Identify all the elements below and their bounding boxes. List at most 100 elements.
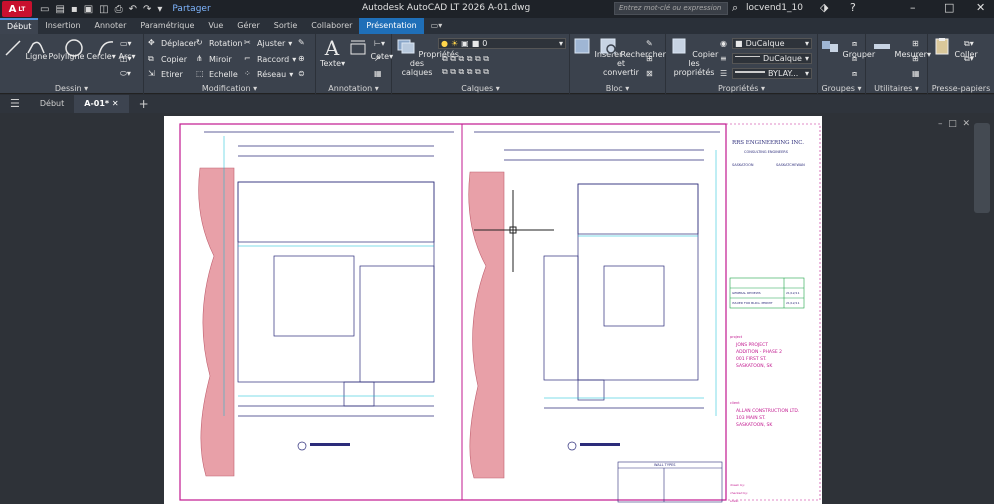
save-as-icon[interactable]: ▣: [84, 4, 93, 15]
tab-debut-file[interactable]: Début: [30, 95, 74, 113]
array-button[interactable]: ⁘ Réseau ▾: [244, 69, 293, 79]
offset-icon[interactable]: ⊜: [298, 69, 305, 78]
panel-label-calques[interactable]: Calques ▾: [392, 84, 569, 93]
tab-insertion[interactable]: Insertion: [38, 18, 87, 34]
new-file-icon[interactable]: ▭: [40, 4, 49, 15]
explode-icon[interactable]: ⊕: [298, 54, 305, 63]
layer-tools-row-2[interactable]: ⧉ ⧉ ⧉ ⧉ ⧉ ⧉: [442, 67, 489, 77]
paste-button[interactable]: Coller: [932, 36, 978, 59]
menu-icon[interactable]: ☰: [0, 95, 30, 113]
tab-parametrique[interactable]: Paramétrique: [133, 18, 201, 34]
panel-label-modification[interactable]: Modification ▾: [144, 84, 315, 93]
copy-button[interactable]: ⧉ Copier: [148, 54, 187, 64]
stretch-button[interactable]: ⇲ Etirer: [148, 69, 183, 79]
new-tab-icon[interactable]: +: [129, 95, 159, 113]
tab-debut[interactable]: Début: [0, 18, 39, 34]
tab-collaborer[interactable]: Collaborer: [304, 18, 359, 34]
group-button[interactable]: Grouper: [820, 36, 875, 59]
autocad-logo[interactable]: A LT: [2, 1, 32, 17]
trim-icon: ✂: [244, 38, 251, 47]
panel-label-proprietes[interactable]: Propriétés ▾: [666, 84, 817, 93]
color-wheel-icon[interactable]: ◉: [720, 39, 727, 48]
arc-button[interactable]: Arc▾: [96, 38, 136, 61]
attribute-icon[interactable]: ⊞: [646, 54, 653, 63]
measure-button[interactable]: Mesurer▾: [872, 36, 931, 59]
ellipse-icon[interactable]: ⬭▾: [120, 69, 131, 79]
group-select-icon[interactable]: ⧈: [852, 69, 857, 79]
list-icon[interactable]: ☰: [720, 69, 727, 78]
ribbon-options-icon[interactable]: ▭▾: [424, 18, 450, 34]
search-input[interactable]: Entrez mot-clé ou expression: [614, 2, 728, 15]
quick-select-icon[interactable]: ⊞: [912, 54, 919, 63]
edit-block-icon[interactable]: ✎: [646, 39, 653, 48]
layout-sheet[interactable]: RRS ENGINEERING INC. CONSULTING ENGINEER…: [164, 116, 822, 504]
table-icon[interactable]: ▦: [374, 69, 382, 78]
panel-label-groupes[interactable]: Groupes ▾: [818, 84, 865, 93]
ungroup-icon[interactable]: ⧈: [852, 39, 857, 49]
lineweight-dropdown[interactable]: BYLAY... ▾: [732, 68, 812, 79]
layer-tools-row-1[interactable]: ⧉ ⧉ ⧉ ⧉ ⧉ ⧉: [442, 54, 489, 64]
panel-label-dessin[interactable]: Dessin ▾: [0, 84, 143, 93]
scale-button[interactable]: ⬚ Echelle: [196, 69, 238, 79]
navigation-bar[interactable]: [974, 123, 990, 213]
copy-clip-icon[interactable]: ⧉▾: [964, 54, 974, 64]
tab-vue[interactable]: Vue: [201, 18, 230, 34]
binoculars-icon[interactable]: ⌕: [732, 1, 738, 15]
client-line-3: SASKATOON, SK: [736, 422, 773, 428]
redo-icon[interactable]: ↷: [143, 4, 151, 15]
fillet-button[interactable]: ⌐ Raccord ▾: [244, 54, 296, 64]
viewport-controls[interactable]: – □ ✕: [938, 119, 970, 129]
dropdown-icon[interactable]: ▾: [157, 4, 162, 15]
text-button[interactable]: A Texte▾: [320, 38, 345, 68]
trim-button[interactable]: ✂ Ajuster ▾: [244, 38, 292, 48]
tab-annoter[interactable]: Annoter: [88, 18, 134, 34]
plot-icon[interactable]: ⎙: [115, 4, 123, 15]
multileader-icon[interactable]: ↗: [374, 54, 381, 63]
maximize-icon[interactable]: □: [944, 1, 954, 14]
layer-properties-button[interactable]: Propriétés des calques: [396, 36, 459, 77]
cart-icon[interactable]: ⬗: [820, 1, 828, 14]
calculator-icon[interactable]: ▦: [912, 69, 920, 78]
panel-label-annotation[interactable]: Annotation ▾: [316, 84, 391, 93]
help-icon[interactable]: ?: [850, 1, 856, 14]
group-edit-icon[interactable]: ⧈: [852, 54, 857, 64]
undo-icon[interactable]: ↶: [129, 4, 137, 15]
find-convert-button[interactable]: Rechercher et convertir: [598, 36, 666, 77]
insert-button[interactable]: Insérer: [572, 36, 622, 59]
tab-presentation[interactable]: Présentation: [359, 18, 424, 34]
panel-label-bloc[interactable]: Bloc ▾: [570, 84, 665, 93]
polyline-button[interactable]: Polyligne: [26, 38, 84, 61]
minimize-icon[interactable]: –: [910, 1, 916, 14]
panel-label-presse-papiers[interactable]: Presse-papiers: [928, 84, 994, 93]
web-icon[interactable]: ◫: [99, 4, 108, 15]
tab-sortie[interactable]: Sortie: [267, 18, 305, 34]
line-button[interactable]: Ligne: [3, 38, 47, 61]
color-dropdown[interactable]: ■ DuCalque ▾: [732, 38, 812, 49]
open-folder-icon[interactable]: ▤: [55, 4, 64, 15]
drawing-canvas[interactable]: – □ ✕ RRS ENGINEERING INC. CONSULTING EN…: [0, 113, 994, 504]
linetype-dropdown[interactable]: DuCalque ▾: [732, 53, 812, 64]
user-account[interactable]: locvend1_10: [746, 3, 803, 13]
erase-icon[interactable]: ✎: [298, 38, 305, 47]
panel-label-utilitaires[interactable]: Utilitaires ▾: [866, 84, 927, 93]
tab-a01[interactable]: A-01* ✕: [74, 95, 129, 113]
match-properties-button[interactable]: Copier les propriétés: [668, 36, 720, 77]
tab-gerer[interactable]: Gérer: [230, 18, 266, 34]
mirror-button[interactable]: ⋔ Miroir: [196, 54, 232, 64]
move-button[interactable]: ✥ Déplacer: [148, 38, 197, 48]
circle-button[interactable]: Cercle▾: [64, 38, 116, 61]
layer-dropdown[interactable]: ● ☀ ▣ ■ 0 ▾: [438, 38, 566, 49]
rectangle-icon[interactable]: ▭▾: [120, 39, 132, 48]
block-editor-icon[interactable]: ⊠: [646, 69, 653, 78]
id-point-icon[interactable]: ⊞: [912, 39, 919, 48]
lineweight-icon[interactable]: ≡: [720, 54, 727, 63]
cut-icon[interactable]: ⧉▾: [964, 39, 974, 49]
save-icon[interactable]: ▪: [71, 4, 78, 15]
dimension-button[interactable]: Cote▾: [348, 38, 393, 61]
leader-icon[interactable]: ⊢▾: [374, 39, 385, 48]
close-icon[interactable]: ✕: [976, 1, 985, 14]
rotate-button[interactable]: ↻ Rotation: [196, 38, 242, 48]
hatch-icon[interactable]: ◫▾: [120, 54, 132, 63]
close-tab-icon[interactable]: ✕: [112, 99, 119, 108]
share-button[interactable]: Partager: [172, 4, 210, 14]
